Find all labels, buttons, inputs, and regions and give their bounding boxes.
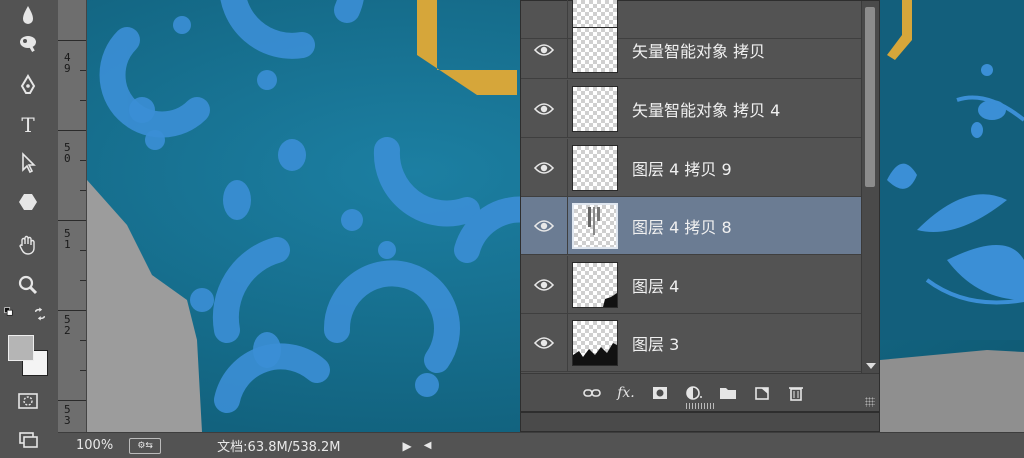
layer-name: 图层 3 — [632, 334, 680, 354]
layer-thumbnail — [572, 319, 618, 366]
panel-dock-strip — [520, 403, 880, 432]
layer-thumbnail — [572, 261, 618, 308]
screen-mode-icon[interactable] — [10, 424, 46, 454]
new-layer-icon[interactable] — [745, 380, 779, 406]
visibility-eye-icon[interactable] — [521, 196, 568, 255]
layer-thumbnail — [572, 26, 618, 73]
quick-mask-icon[interactable] — [10, 386, 46, 416]
layer-style-fx-icon[interactable]: fx. — [609, 380, 643, 406]
zoom-level[interactable]: 100% — [76, 438, 113, 453]
layer-row[interactable]: 矢量智能对象 拷贝 — [521, 20, 863, 79]
visibility-eye-icon[interactable] — [521, 138, 568, 197]
ruler-label: 53 — [64, 403, 71, 427]
shape-tool-icon[interactable] — [10, 187, 46, 217]
tools-panel: T — [0, 0, 59, 457]
status-bar: 100% ⚙⇆ 文档:63.8M/538.2M ▶ ◀ — [58, 432, 1024, 458]
dodge-tool-icon[interactable] — [10, 28, 46, 58]
delete-layer-trash-icon[interactable] — [779, 380, 813, 406]
layers-scrollbar[interactable] — [861, 1, 879, 373]
new-group-folder-icon[interactable] — [711, 380, 745, 406]
layer-name: 图层 4 拷贝 8 — [632, 217, 732, 237]
layer-row[interactable]: 图层 3 — [521, 313, 863, 372]
ruler-label: 49 — [64, 51, 71, 75]
layer-row[interactable]: 图层 4 — [521, 255, 863, 314]
default-colors-icon[interactable] — [4, 302, 46, 326]
scroll-down-arrow-icon[interactable] — [866, 363, 876, 369]
document-size-info: 文档:63.8M/538.2M — [217, 440, 341, 455]
ruler-label: 51 — [64, 227, 71, 251]
visibility-eye-icon[interactable] — [521, 79, 568, 138]
panel-drag-handle[interactable] — [686, 403, 714, 409]
vertical-ruler: 49 50 51 52 53 — [58, 0, 87, 432]
proof-setup-icon[interactable]: ⚙⇆ — [129, 437, 162, 454]
status-menu-arrow-icon[interactable]: ▶ — [403, 439, 412, 453]
layer-thumbnail — [572, 202, 618, 249]
type-tool-icon[interactable]: T — [10, 110, 46, 140]
layers-panel: 矢量智能对象 拷贝 矢量智能对象 拷贝 4 图层 4 拷贝 9 图层 4 拷贝 … — [520, 0, 880, 412]
ruler-label: 50 — [64, 141, 71, 165]
adjustment-layer-icon[interactable] — [677, 380, 711, 406]
layer-name: 矢量智能对象 拷贝 4 — [632, 100, 781, 120]
visibility-eye-icon[interactable] — [521, 313, 568, 372]
add-mask-icon[interactable] — [643, 380, 677, 406]
ruler-label: 52 — [64, 313, 71, 337]
path-selection-tool-icon[interactable] — [10, 148, 46, 178]
layer-name: 矢量智能对象 拷贝 — [632, 41, 766, 61]
blur-tool-icon[interactable] — [10, 0, 46, 30]
layer-row[interactable]: 图层 4 拷贝 9 — [521, 138, 863, 197]
zoom-tool-icon[interactable] — [10, 270, 46, 300]
panel-resize-grip-icon[interactable] — [865, 397, 875, 407]
scrollbar-thumb[interactable] — [865, 7, 875, 187]
visibility-eye-icon[interactable] — [521, 255, 568, 314]
layer-row-selected[interactable]: 图层 4 拷贝 8 — [521, 196, 863, 255]
pen-tool-icon[interactable] — [10, 70, 46, 100]
layer-row[interactable]: 矢量智能对象 拷贝 4 — [521, 79, 863, 138]
link-layers-icon[interactable] — [575, 380, 609, 406]
layer-thumbnail — [572, 85, 618, 132]
layer-name: 图层 4 — [632, 276, 680, 296]
layer-name: 图层 4 拷贝 9 — [632, 159, 732, 179]
scroll-left-arrow-icon[interactable]: ◀ — [424, 440, 432, 451]
visibility-eye-icon[interactable] — [521, 20, 568, 79]
hand-tool-icon[interactable] — [10, 230, 46, 260]
layer-thumbnail — [572, 144, 618, 191]
foreground-color-swatch-top[interactable] — [8, 335, 34, 361]
swap-colors-icon — [34, 307, 46, 321]
